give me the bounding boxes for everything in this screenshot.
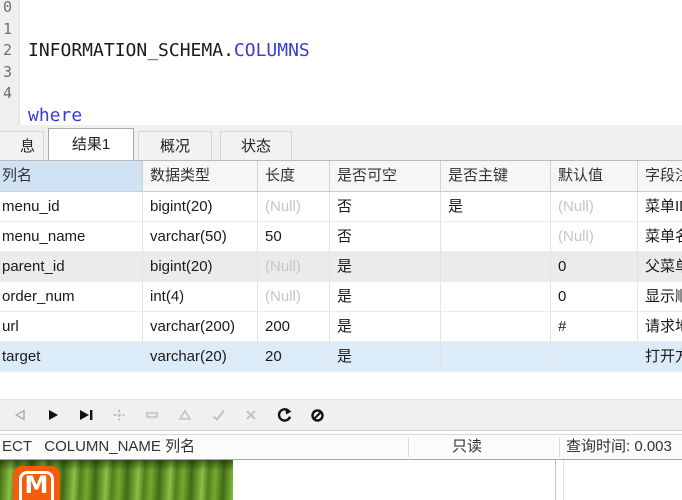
logo-letter: M [13,471,60,499]
cell-comment[interactable]: 请求地址 [638,312,682,341]
cell-datatype[interactable]: bigint(20) [143,252,258,281]
cell-length[interactable]: 200 [258,312,330,341]
cell-nullable[interactable]: 否 [330,192,441,221]
sql-line: where [28,105,310,127]
table-row[interactable]: menu_name varchar(50) 50 否 (Null) 菜单名称 [0,222,682,252]
cell-primary-key[interactable] [441,312,551,341]
sql-keyword: COLUMNS [234,40,310,61]
status-divider [408,437,409,457]
sql-identifier: INFORMATION_SCHEMA. [28,40,234,61]
column-header-length[interactable]: 长度 [258,161,330,191]
cell-default[interactable]: (Null) [551,222,638,251]
last-record-icon[interactable] [78,408,94,423]
table-row[interactable]: url varchar(200) 200 是 # 请求地址 [0,312,682,342]
table-row[interactable]: order_num int(4) (Null) 是 0 显示顺序 [0,282,682,312]
grid-header-row: 列名 数据类型 长度 是否可空 是否主键 默认值 字段注释 [0,161,682,192]
refresh-icon[interactable] [276,408,292,423]
cell-datatype[interactable]: bigint(20) [143,192,258,221]
cell-length[interactable]: 50 [258,222,330,251]
line-number-gutter: 0 1 2 3 4 [0,0,20,125]
cell-column-name[interactable]: target [0,342,143,371]
cell-length[interactable]: (Null) [258,252,330,281]
cell-datatype[interactable]: varchar(50) [143,222,258,251]
desktop-strip: M [0,460,682,500]
cell-default[interactable]: (Null) [551,192,638,221]
line-number: 4 [0,83,19,105]
cell-primary-key[interactable]: 是 [441,192,551,221]
next-record-icon[interactable] [45,408,61,423]
cell-comment[interactable]: 显示顺序 [638,282,682,311]
record-toolbar [0,399,682,431]
line-number: 0 [0,0,19,19]
readonly-badge: 只读 [452,435,482,459]
line-number: 1 [0,19,19,41]
cell-nullable[interactable]: 是 [330,282,441,311]
table-row[interactable]: menu_id bigint(20) (Null) 否 是 (Null) 菜单I… [0,192,682,222]
cell-datatype[interactable]: varchar(20) [143,342,258,371]
column-header-nullable[interactable]: 是否可空 [330,161,441,191]
cell-default[interactable] [551,342,638,371]
cell-primary-key[interactable] [441,222,551,251]
status-query-fragment: ECT COLUMN_NAME 列名 [2,435,195,459]
cell-primary-key[interactable] [441,252,551,281]
window-edge-divider [563,460,564,500]
results-grid: 列名 数据类型 长度 是否可空 是否主键 默认值 字段注释 menu_id bi… [0,161,682,372]
line-number: 3 [0,62,19,84]
discard-changes-icon[interactable] [243,408,259,423]
database-client-window: 0 1 2 3 4 INFORMATION_SCHEMA.COLUMNS whe… [0,0,682,500]
column-header-comment[interactable]: 字段注释 [638,161,682,191]
cell-column-name[interactable]: order_num [0,282,143,311]
cell-nullable[interactable]: 是 [330,312,441,341]
cell-default[interactable]: 0 [551,252,638,281]
cell-default[interactable]: 0 [551,282,638,311]
cell-column-name[interactable]: parent_id [0,252,143,281]
sql-editor[interactable]: 0 1 2 3 4 INFORMATION_SCHEMA.COLUMNS whe… [0,0,682,125]
window-edge-divider [555,460,556,500]
cell-length[interactable]: (Null) [258,192,330,221]
query-time: 查询时间: 0.003 [566,435,672,459]
cell-comment[interactable]: 菜单名称 [638,222,682,251]
stop-icon[interactable] [309,408,325,423]
table-row-selected[interactable]: target varchar(20) 20 是 打开方式 [0,342,682,372]
cell-column-name[interactable]: menu_id [0,192,143,221]
column-header-default[interactable]: 默认值 [551,161,638,191]
grass-wallpaper-image: M [0,460,233,500]
result-tabbar: 息 结果1 概况 状态 [0,125,682,161]
column-header-primary-key[interactable]: 是否主键 [441,161,551,191]
cell-nullable[interactable]: 否 [330,222,441,251]
status-divider [559,437,560,457]
tab-status[interactable]: 状态 [220,131,292,160]
tab-result1[interactable]: 结果1 [48,128,134,160]
cell-datatype[interactable]: int(4) [143,282,258,311]
cell-length[interactable]: (Null) [258,282,330,311]
cell-nullable[interactable]: 是 [330,342,441,371]
status-bar: ECT COLUMN_NAME 列名 只读 查询时间: 0.003 [0,434,682,460]
cell-comment[interactable]: 菜单ID [638,192,682,221]
edit-record-icon[interactable] [177,408,193,423]
cell-primary-key[interactable] [441,282,551,311]
delete-record-icon[interactable] [144,408,160,423]
add-record-icon[interactable] [111,408,127,423]
column-header-name[interactable]: 列名 [0,161,143,191]
cell-primary-key[interactable] [441,342,551,371]
table-row[interactable]: parent_id bigint(20) (Null) 是 0 父菜单ID [0,252,682,282]
cell-column-name[interactable]: menu_name [0,222,143,251]
tab-profile[interactable]: 概况 [138,131,212,160]
line-number: 2 [0,40,19,62]
cell-comment[interactable]: 父菜单ID [638,252,682,281]
sql-keyword: where [28,105,82,126]
cell-datatype[interactable]: varchar(200) [143,312,258,341]
cell-nullable[interactable]: 是 [330,252,441,281]
cell-default[interactable]: # [551,312,638,341]
cell-length[interactable]: 20 [258,342,330,371]
apply-changes-icon[interactable] [210,408,226,423]
cell-column-name[interactable]: url [0,312,143,341]
column-header-datatype[interactable]: 数据类型 [143,161,258,191]
sql-line: INFORMATION_SCHEMA.COLUMNS [28,40,310,62]
cell-comment[interactable]: 打开方式 [638,342,682,371]
tab-message[interactable]: 息 [0,131,44,160]
mango-tv-logo-icon: M [13,466,60,500]
previous-record-icon[interactable] [12,408,28,423]
